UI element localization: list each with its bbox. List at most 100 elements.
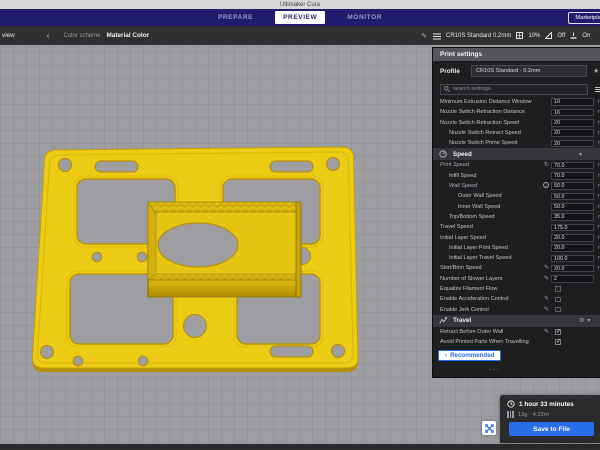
setting-value-input[interactable]: 20.0 bbox=[551, 244, 594, 252]
setting-row: Initial Layer Print Speed20.0mm/s bbox=[433, 243, 600, 253]
setting-value-input[interactable]: 50.0 bbox=[551, 203, 594, 211]
setting-row: Number of Slower Layers ✎2 bbox=[433, 274, 600, 284]
star-icon[interactable]: ★ bbox=[593, 67, 599, 75]
setting-checkbox[interactable] bbox=[555, 286, 561, 292]
infill-grid-icon bbox=[516, 32, 523, 39]
setting-row: Infill Speed70.0mm/s bbox=[433, 171, 600, 181]
setting-value-input[interactable]: 16 bbox=[551, 109, 594, 117]
chevron-down-icon[interactable]: ▾ bbox=[579, 151, 582, 158]
setting-label: Avoid Printed Parts When Travelling bbox=[440, 337, 529, 347]
setting-label: Minimum Extrusion Distance Window bbox=[440, 97, 532, 107]
setting-label: Nozzle Switch Retraction Speed bbox=[440, 118, 519, 128]
profile-row: Profile CR10S Standard - 0.2mm ★ bbox=[433, 61, 600, 81]
pencil-icon[interactable]: ✎ bbox=[536, 274, 549, 284]
setting-label: Initial Layer Travel Speed bbox=[449, 253, 512, 263]
gear-icon[interactable]: ⚙ bbox=[579, 317, 584, 324]
setting-value-input[interactable]: 70.0 bbox=[551, 172, 594, 180]
support-icon bbox=[545, 32, 552, 39]
job-info-panel: 1 hour 33 minutes 13g · 4.22m Save to Fi… bbox=[500, 395, 600, 443]
setting-row: Retract Before Outer Wall ✎ ✓ bbox=[433, 327, 600, 337]
window-title: Ultimaker Cura bbox=[280, 2, 320, 8]
info-icon[interactable]: i bbox=[536, 181, 549, 191]
setting-row: Inner Wall Speed50.0mm/s bbox=[433, 202, 600, 212]
setting-label: Enable Jerk Control bbox=[440, 305, 489, 315]
search-placeholder: search settings bbox=[453, 86, 491, 92]
settings-list: Minimum Extrusion Distance Window10mmNoz… bbox=[433, 97, 600, 348]
setting-value-input[interactable]: 20 bbox=[551, 140, 594, 148]
section-header-travel[interactable]: Travel ⚙▾ bbox=[433, 315, 600, 327]
setting-value-input[interactable]: 20.0 bbox=[551, 265, 594, 273]
setting-value-input[interactable]: 20.0 bbox=[551, 234, 594, 242]
back-chevron-icon[interactable]: ‹ bbox=[47, 31, 50, 40]
tab-monitor[interactable]: MONITOR bbox=[339, 11, 390, 24]
color-scheme-label: Color scheme bbox=[63, 33, 100, 39]
setting-label: Inner Wall Speed bbox=[458, 202, 500, 212]
tab-preview[interactable]: PREVIEW bbox=[275, 11, 325, 24]
expand-button[interactable] bbox=[482, 421, 496, 435]
setting-value-input[interactable]: 35.0 bbox=[551, 213, 594, 221]
setting-label: Nozzle Switch Retract Speed bbox=[449, 128, 521, 138]
setting-value-input[interactable]: 50.0 bbox=[551, 182, 594, 190]
setting-checkbox[interactable] bbox=[555, 297, 561, 303]
setting-value-input[interactable]: 10 bbox=[551, 98, 594, 106]
profile-value: CR10S Standard - 0.2mm bbox=[476, 68, 540, 74]
recommended-label: Recommended bbox=[450, 352, 494, 359]
setting-row: Avoid Printed Parts When Travelling ✓ bbox=[433, 337, 600, 347]
recommended-mode-button[interactable]: ‹ Recommended bbox=[438, 350, 501, 361]
chevron-down-icon[interactable]: ▾ bbox=[587, 317, 590, 324]
section-label: Travel bbox=[453, 317, 471, 324]
setting-label: Skirt/Brim Speed bbox=[440, 263, 482, 273]
pencil-icon[interactable]: ✎ bbox=[536, 305, 549, 315]
clock-icon bbox=[507, 400, 515, 408]
filament-spool-icon bbox=[507, 411, 514, 418]
setting-checkbox[interactable] bbox=[555, 307, 561, 313]
setting-label: Print Speed bbox=[440, 160, 469, 170]
setting-label: Retract Before Outer Wall bbox=[440, 327, 503, 337]
reset-icon[interactable]: ↻ bbox=[536, 160, 549, 170]
setting-row: Enable Acceleration Control✎ bbox=[433, 294, 600, 304]
setting-row: Nozzle Switch Retraction Speed20mm/s bbox=[433, 118, 600, 128]
marketplace-button[interactable]: Marketplace bbox=[568, 12, 600, 24]
panel-drag-handle[interactable]: ··· bbox=[489, 365, 500, 374]
setting-checkbox[interactable]: ✓ bbox=[555, 339, 561, 345]
setting-label: Nozzle Switch Retraction Distance bbox=[440, 107, 525, 117]
print-settings-panel: Print settings Profile CR10S Standard - … bbox=[432, 47, 600, 378]
setting-row: Wall Speedi50.0mm/s bbox=[433, 181, 600, 191]
view-toolbar: view ‹ Color scheme Material Color ✎ CR1… bbox=[0, 26, 600, 45]
tab-prepare[interactable]: PREPARE bbox=[210, 11, 261, 24]
section-header-speed[interactable]: Speed▾ bbox=[433, 148, 600, 160]
application-window: Ultimaker Cura PREPARE PREVIEW MONITOR Mar… bbox=[0, 0, 600, 450]
summary-support: Off bbox=[557, 33, 565, 39]
print-setup-summary[interactable]: CR10S Standard 0.2mm 10% Off On bbox=[433, 26, 590, 45]
bottom-strip bbox=[0, 444, 600, 450]
print-time-estimate: 1 hour 33 minutes bbox=[519, 401, 574, 408]
setting-label: Number of Slower Layers bbox=[440, 274, 503, 284]
gauge-icon bbox=[439, 150, 447, 158]
setting-value-input[interactable]: 50.0 bbox=[551, 193, 594, 201]
save-to-file-button[interactable]: Save to File bbox=[509, 422, 594, 436]
recommended-chevron-icon: ‹ bbox=[445, 352, 447, 359]
search-input[interactable]: search settings bbox=[440, 84, 588, 95]
setting-value-input[interactable]: 175.0 bbox=[551, 224, 594, 232]
view-mode-label: view bbox=[2, 32, 15, 39]
profile-dropdown[interactable]: CR10S Standard - 0.2mm bbox=[471, 65, 587, 77]
titlebar: Ultimaker Cura bbox=[0, 0, 600, 9]
pencil-icon[interactable]: ✎ bbox=[536, 294, 549, 304]
setting-label: Initial Layer Speed bbox=[440, 233, 486, 243]
setting-checkbox[interactable]: ✓ bbox=[555, 329, 561, 335]
setting-row: Top/Bottom Speed35.0mm/s bbox=[433, 212, 600, 222]
pencil-icon[interactable]: ✎ bbox=[536, 263, 549, 273]
pencil-icon[interactable]: ✎ bbox=[536, 327, 549, 337]
model-3d[interactable] bbox=[25, 119, 420, 409]
print-time-row: 1 hour 33 minutes bbox=[507, 400, 574, 408]
filter-icon[interactable] bbox=[595, 87, 600, 92]
setting-value-input[interactable]: 100.0 bbox=[551, 255, 594, 263]
color-scheme-dropdown[interactable]: Material Color bbox=[106, 32, 149, 39]
setting-value-input[interactable]: 20 bbox=[551, 119, 594, 127]
edit-pencil-icon[interactable]: ✎ bbox=[421, 32, 427, 40]
setting-value-input[interactable]: 20 bbox=[551, 129, 594, 137]
setting-row: Initial Layer Travel Speed100.0mm/s bbox=[433, 253, 600, 263]
setting-value-input[interactable]: 2 bbox=[551, 275, 594, 283]
print-settings-header: Print settings bbox=[433, 48, 600, 61]
setting-value-input[interactable]: 70.0 bbox=[551, 162, 594, 170]
